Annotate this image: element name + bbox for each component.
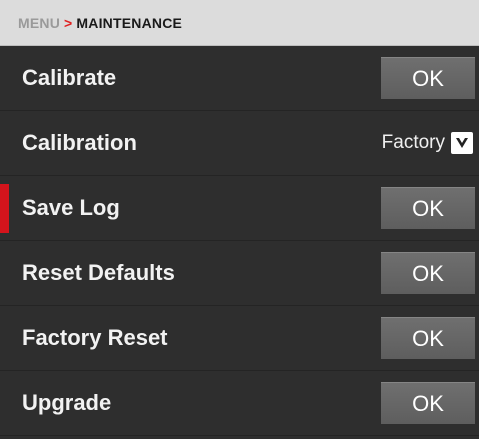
row-label: Factory Reset [22, 325, 168, 350]
chevron-down-icon[interactable] [451, 132, 473, 154]
upgrade-ok-button[interactable]: OK [381, 382, 475, 424]
row-label: Save Log [22, 195, 120, 220]
maintenance-menu-screen: MENU > MAINTENANCE Calibrate OK Calibrat… [0, 0, 479, 439]
calibration-select[interactable]: Factory [382, 132, 473, 154]
menu-row-calibration: Calibration Factory [0, 111, 479, 176]
breadcrumb-separator: > [64, 14, 73, 31]
row-label: Calibration [22, 130, 137, 155]
breadcrumb-current-page: MAINTENANCE [76, 14, 183, 31]
calibration-select-value: Factory [381, 132, 445, 153]
save-log-ok-button[interactable]: OK [381, 187, 475, 229]
menu-row-reset-defaults: Reset Defaults OK [0, 241, 479, 306]
calibrate-ok-button[interactable]: OK [381, 57, 475, 99]
row-label: Calibrate [22, 65, 117, 90]
row-label: Upgrade [22, 390, 112, 415]
breadcrumb: MENU > MAINTENANCE [0, 0, 479, 46]
factory-reset-ok-button[interactable]: OK [381, 317, 475, 359]
menu-row-save-log: Save Log OK [0, 176, 479, 241]
menu-row-calibrate: Calibrate OK [0, 46, 479, 111]
selection-indicator [0, 184, 9, 233]
menu-row-upgrade: Upgrade OK [0, 371, 479, 436]
menu-row-factory-reset: Factory Reset OK [0, 306, 479, 371]
menu-list: Calibrate OK Calibration Factory Save Lo… [0, 46, 479, 436]
row-label: Reset Defaults [22, 260, 175, 285]
breadcrumb-menu-link[interactable]: MENU [18, 15, 60, 31]
reset-defaults-ok-button[interactable]: OK [381, 252, 475, 294]
